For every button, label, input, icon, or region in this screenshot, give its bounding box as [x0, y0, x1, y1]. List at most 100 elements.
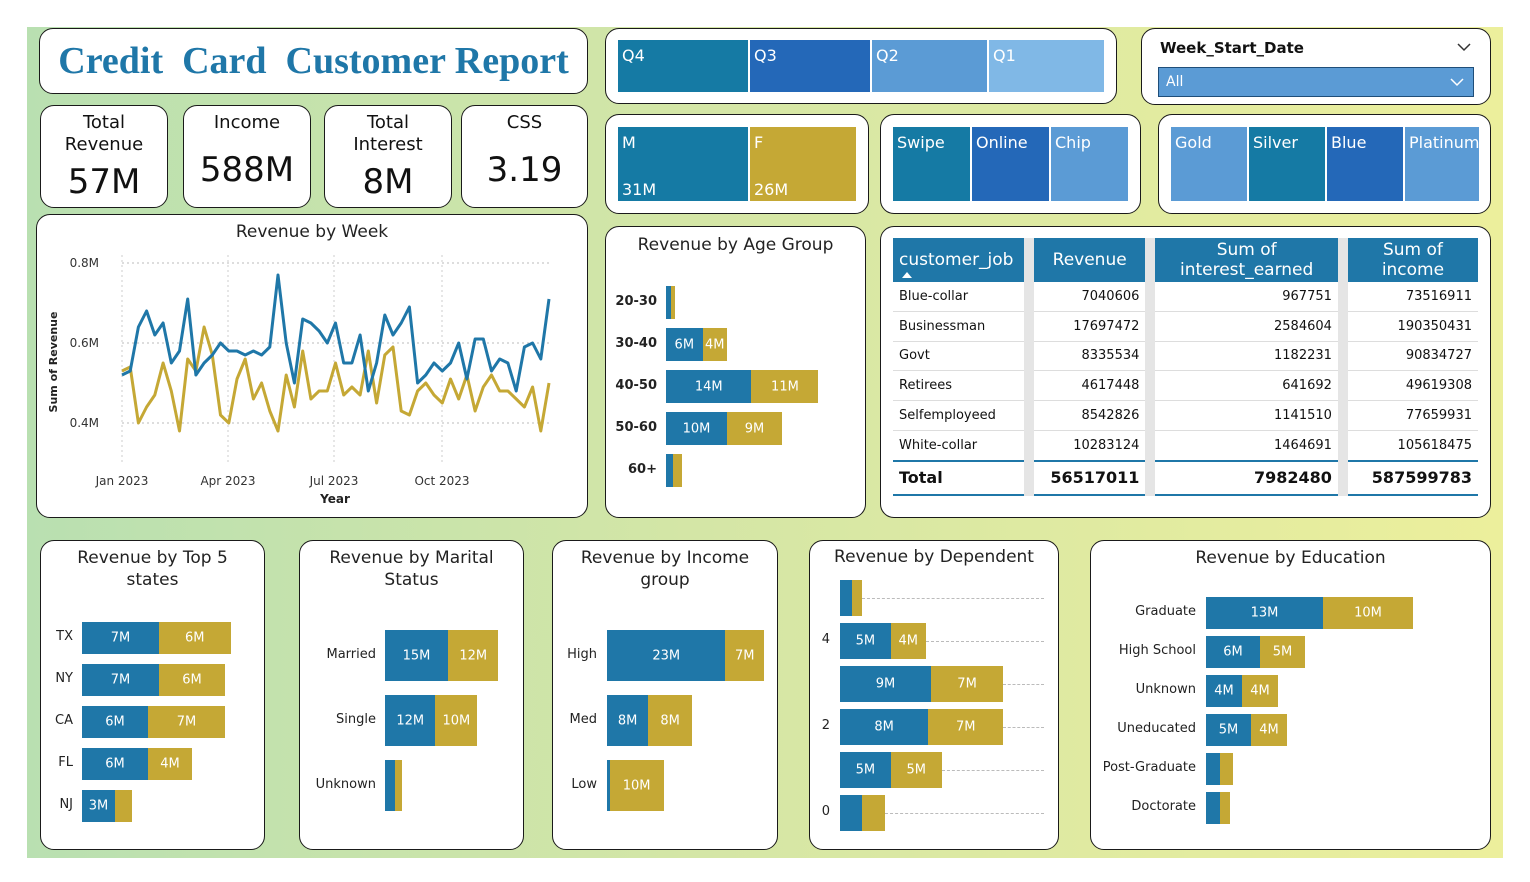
kpi-label: Total Interest: [353, 112, 423, 155]
data-label: 6M: [105, 714, 125, 730]
table-cell: 10283124: [1028, 430, 1156, 462]
category-label: Graduate: [1135, 604, 1196, 619]
bar-f[interactable]: [673, 454, 683, 487]
table-cell: Selfemployeed: [893, 400, 1034, 431]
data-label: 9M: [875, 676, 896, 692]
table-cell: 7040606: [1028, 282, 1156, 312]
table-cell: Businessman: [893, 311, 1034, 342]
table-header-row: customer_job Revenue Sum of interest_earne…: [893, 238, 1478, 282]
bar-f[interactable]: [851, 580, 863, 616]
card-tile-silver[interactable]: Silver: [1249, 127, 1325, 201]
gridline: [862, 598, 1044, 599]
income-bars: High 23M 7M Med 8M 8M Low 10M: [553, 541, 777, 849]
card-label: Blue: [1331, 133, 1367, 152]
data-label: 10M: [442, 713, 471, 728]
quarter-tile-q3[interactable]: Q3: [750, 40, 870, 92]
dependent-bars: 4 5M 4M 9M 7M 2 8M 7M 5M 5M 0: [810, 541, 1058, 849]
data-label: 7M: [176, 714, 197, 730]
bar-m[interactable]: [840, 580, 852, 616]
column-header[interactable]: customer_job: [893, 238, 1034, 282]
revenue-by-age-card: Revenue by Age Group 20-30 30-40 6M 4M 40-50…: [605, 226, 866, 518]
gender-tile-m[interactable]: M 31M: [618, 127, 748, 201]
table-row[interactable]: Selfemployeed 8542826 1141510 77659931: [893, 400, 1478, 431]
card-label: Platinum: [1409, 133, 1480, 152]
card-category-slicer: Gold Silver Blue Platinum: [1158, 114, 1491, 214]
exp-tile-swipe[interactable]: Swipe: [893, 127, 970, 201]
bar-f[interactable]: [862, 795, 885, 831]
card-tile-platinum[interactable]: Platinum: [1405, 127, 1479, 201]
bar-m[interactable]: [1206, 753, 1221, 785]
data-label: 4M: [898, 633, 918, 649]
data-label: 8M: [874, 719, 894, 735]
table-cell: 105618475: [1342, 430, 1478, 462]
data-label: 5M: [855, 633, 876, 649]
x-tick-label: Jan 2023: [95, 474, 149, 488]
category-label: Doctorate: [1131, 799, 1196, 814]
quarter-label: Q2: [876, 46, 899, 65]
card-tile-blue[interactable]: Blue: [1327, 127, 1403, 201]
column-header[interactable]: Revenue: [1028, 238, 1156, 282]
bar-f[interactable]: [670, 286, 676, 319]
bar-f[interactable]: [115, 790, 132, 822]
bar-f[interactable]: [1220, 753, 1233, 785]
kpi-value: 8M: [362, 162, 414, 202]
sort-ascending-icon[interactable]: [901, 271, 913, 279]
bar-f[interactable]: [394, 760, 403, 811]
data-label: 23M: [652, 648, 681, 663]
week-filter-dropdown[interactable]: All: [1158, 67, 1474, 97]
y-tick-label: 0.4M: [70, 416, 99, 430]
exp-tile-chip[interactable]: Chip: [1051, 127, 1128, 201]
quarter-tile-q1[interactable]: Q1: [989, 40, 1104, 92]
data-label: 3M: [88, 798, 109, 814]
data-label: 12M: [459, 648, 488, 663]
table-cell: 77659931: [1342, 400, 1478, 431]
revenue-by-dependent-card: Revenue by Dependent 4 5M 4M 9M 7M 2 8M 7M 5M 5M 0: [809, 540, 1059, 850]
x-tick-label: Oct 2023: [414, 474, 469, 488]
gender-tile-f[interactable]: F 26M: [750, 127, 856, 201]
quarter-tile-q4[interactable]: Q4: [618, 40, 748, 92]
table-cell: Retirees: [893, 370, 1034, 402]
table-cell: 2584604: [1150, 311, 1348, 342]
table-row[interactable]: Businessman 17697472 2584604 190350431: [893, 311, 1478, 342]
exp-tile-online[interactable]: Online: [972, 127, 1049, 201]
exp-type-slicer: Swipe Online Chip: [880, 114, 1141, 214]
bar-m[interactable]: [1206, 792, 1220, 824]
data-label: 7M: [735, 648, 755, 663]
card-label: Gold: [1175, 133, 1212, 152]
data-label: 6M: [1223, 644, 1243, 660]
column-header[interactable]: Sum of interest_earned: [1150, 238, 1348, 282]
bar-m[interactable]: [666, 454, 674, 487]
data-label: 11M: [771, 379, 799, 394]
age-bars: 20-30 30-40 6M 4M 40-50 14M 11M 50-60 10M 9M 60+: [606, 227, 865, 517]
bar-m[interactable]: [385, 760, 395, 811]
table-row[interactable]: Blue-collar 7040606 967751 73516911: [893, 282, 1478, 312]
gender-label: F: [754, 133, 764, 152]
data-label: 14M: [694, 379, 723, 394]
column-header[interactable]: Sum of income: [1342, 238, 1478, 282]
gender-value: 26M: [754, 180, 789, 199]
data-label: 10M: [1354, 605, 1382, 621]
kpi-label: Total Revenue: [64, 112, 144, 155]
category-label: 30-40: [615, 335, 657, 351]
revenue-by-week-chart: 0.4M 0.6M 0.8M Jan 2023 Apr 2023 Jul 2023 Oct …: [47, 255, 552, 506]
quarter-label: Q3: [754, 46, 777, 65]
table-total-row: Total 56517011 7982480 587599783: [893, 459, 1478, 496]
data-label: 4M: [160, 756, 180, 772]
gridline: [1003, 684, 1044, 685]
bar-m[interactable]: [840, 795, 863, 831]
gridline: [884, 813, 1044, 814]
data-label: 6M: [674, 337, 695, 352]
data-label: 4M: [1250, 683, 1270, 699]
table-row[interactable]: Retirees 4617448 641692 49619308: [893, 370, 1478, 402]
kpi-income: Income 588M: [183, 105, 311, 208]
category-label: TX: [56, 629, 73, 644]
chevron-down-icon[interactable]: [1456, 41, 1472, 53]
category-label: 2: [821, 718, 830, 733]
table-row[interactable]: White-collar 10283124 1464691 105618475: [893, 430, 1478, 462]
category-label: 20-30: [615, 293, 657, 309]
table-row[interactable]: Govt 8335534 1182231 90834727: [893, 341, 1478, 372]
quarter-tile-q2[interactable]: Q2: [872, 40, 987, 92]
card-tile-gold[interactable]: Gold: [1171, 127, 1247, 201]
category-label: CA: [55, 713, 73, 728]
bar-f[interactable]: [1219, 792, 1231, 824]
